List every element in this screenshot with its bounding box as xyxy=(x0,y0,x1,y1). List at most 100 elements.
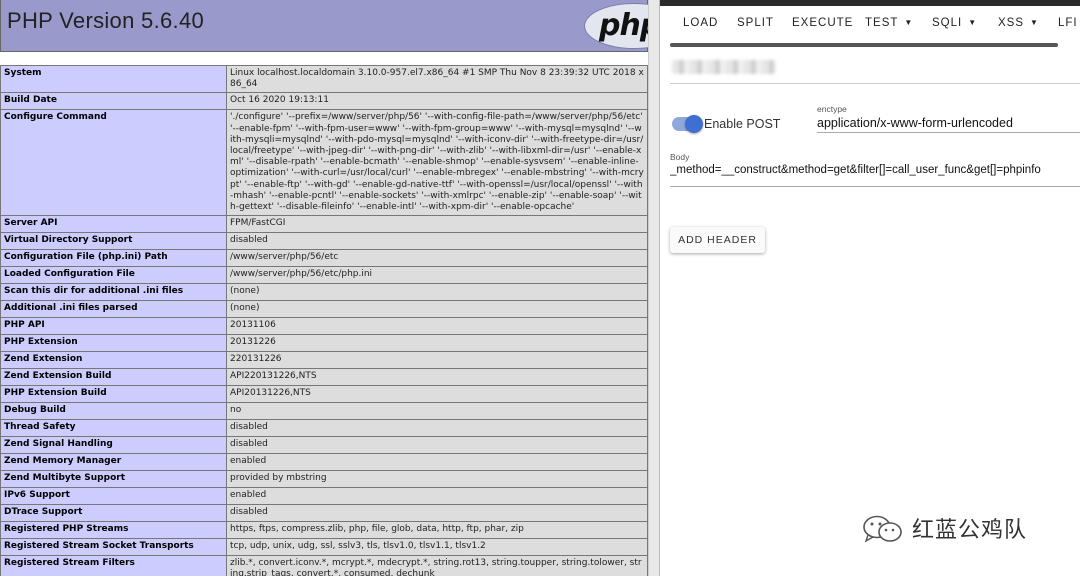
info-value-text: no xyxy=(230,405,242,416)
test-menu-button[interactable]: TEST ▼ xyxy=(865,17,913,29)
info-key: Debug Build xyxy=(0,402,227,421)
lfi-menu-button[interactable]: LFI xyxy=(1058,17,1078,29)
sqli-menu-button[interactable]: SQLI ▼ xyxy=(932,17,977,29)
info-value-text: './configure' '--prefix=/www/server/php/… xyxy=(230,112,644,213)
info-key: Zend Extension Build xyxy=(0,368,227,387)
url-field[interactable] xyxy=(670,48,1080,84)
info-value: tcp, udp, unix, udg, ssl, sslv3, tls, tl… xyxy=(226,538,648,557)
table-row: Server API FPM/FastCGI xyxy=(0,215,648,234)
table-row: Additional .ini files parsed (none) xyxy=(0,300,648,319)
watermark: 红蓝公鸡队 xyxy=(862,510,1052,546)
info-value-text: provided by mbstring xyxy=(230,473,327,484)
info-value-text: /www/server/php/56/etc xyxy=(230,252,339,263)
info-key: Loaded Configuration File xyxy=(0,266,227,285)
info-value: enabled xyxy=(226,453,648,472)
split-label: SPLIT xyxy=(737,17,774,29)
test-label: TEST xyxy=(865,17,899,29)
load-button[interactable]: LOAD xyxy=(683,17,718,29)
table-row: Configure Command './configure' '--prefix… xyxy=(0,109,648,217)
table-row: PHP Extension Build API20131226,NTS xyxy=(0,385,648,404)
info-value-text: enabled xyxy=(230,456,267,467)
info-value-text: 20131226 xyxy=(230,337,276,348)
info-value-text: Linux localhost.localdomain 3.10.0-957.e… xyxy=(230,68,644,90)
info-value-text: FPM/FastCGI xyxy=(230,218,286,229)
execute-button[interactable]: EXECUTE xyxy=(792,17,853,29)
php-logo-text: php xyxy=(599,8,648,43)
info-key: Thread Safety xyxy=(0,419,227,438)
info-value-text: Oct 16 2020 19:13:11 xyxy=(230,95,329,106)
info-key: PHP Extension xyxy=(0,334,227,353)
info-key: Virtual Directory Support xyxy=(0,232,227,251)
info-value-text: disabled xyxy=(230,422,268,433)
info-value: API220131226,NTS xyxy=(226,368,648,387)
toolbar-scrollbar[interactable] xyxy=(670,43,1058,47)
info-value-text: 220131226 xyxy=(230,354,282,365)
info-value: Linux localhost.localdomain 3.10.0-957.e… xyxy=(226,64,648,94)
table-row: Build Date Oct 16 2020 19:13:11 xyxy=(0,92,648,111)
info-key: PHP API xyxy=(0,317,227,336)
info-key: Registered Stream Filters xyxy=(0,555,227,576)
table-row: Registered Stream Socket Transports tcp, … xyxy=(0,538,648,557)
info-value-text: tcp, udp, unix, udg, ssl, sslv3, tls, tl… xyxy=(230,541,486,552)
info-value: provided by mbstring xyxy=(226,470,648,489)
table-row: System Linux localhost.localdomain 3.10.0… xyxy=(0,64,648,94)
info-value-text: (none) xyxy=(230,303,260,314)
info-key: Additional .ini files parsed xyxy=(0,300,227,319)
table-row: Scan this dir for additional .ini files(… xyxy=(0,283,648,302)
info-value: /www/server/php/56/etc/php.ini xyxy=(226,266,648,285)
table-row: PHP Extension 20131226 xyxy=(0,334,648,353)
table-row: Registered PHP Streams https, ftps, compr… xyxy=(0,521,648,540)
info-value: https, ftps, compress.zlib, php, file, g… xyxy=(226,521,648,540)
table-row: Thread Safety disabled xyxy=(0,419,648,438)
info-value: Oct 16 2020 19:13:11 xyxy=(226,92,648,111)
table-row: IPv6 Support enabled xyxy=(0,487,648,506)
table-row: DTrace Support disabled xyxy=(0,504,648,523)
info-value-text: 20131106 xyxy=(230,320,276,331)
info-value: 220131226 xyxy=(226,351,648,370)
info-value-text: zlib.*, convert.iconv.*, mcrypt.*, mdecr… xyxy=(230,558,642,576)
pane-splitter[interactable] xyxy=(648,0,660,576)
info-value-text: /www/server/php/56/etc/php.ini xyxy=(230,269,373,280)
info-value-text: API20131226,NTS xyxy=(230,388,311,399)
caret-down-icon: ▼ xyxy=(904,18,914,27)
phpinfo-header: PHP Version 5.6.40 php xyxy=(0,0,648,52)
info-value-text: (none) xyxy=(230,286,260,297)
xss-label: XSS xyxy=(998,17,1025,29)
phpinfo-table: System Linux localhost.localdomain 3.10.0… xyxy=(0,64,648,576)
info-value: './configure' '--prefix=/www/server/php/… xyxy=(226,109,648,217)
info-key: Scan this dir for additional .ini files xyxy=(0,283,227,302)
info-value: /www/server/php/56/etc xyxy=(226,249,648,268)
info-key: PHP Extension Build xyxy=(0,385,227,404)
info-value: zlib.*, convert.iconv.*, mcrypt.*, mdecr… xyxy=(226,555,648,576)
execute-label: EXECUTE xyxy=(792,17,854,29)
info-key: Zend Extension xyxy=(0,351,227,370)
blurred-url xyxy=(672,60,776,74)
post-body-input[interactable]: _method=__construct&method=get&filter[]=… xyxy=(670,161,1080,187)
enable-post-toggle[interactable] xyxy=(672,115,703,133)
info-value: disabled xyxy=(226,419,648,438)
wechat-icon xyxy=(863,515,902,543)
info-value-text: https, ftps, compress.zlib, php, file, g… xyxy=(230,524,524,535)
info-value-text: disabled xyxy=(230,439,268,450)
split-button[interactable]: SPLIT xyxy=(737,17,774,29)
add-header-button[interactable]: ADD HEADER xyxy=(670,227,765,253)
info-value-text: disabled xyxy=(230,507,268,518)
caret-down-icon: ▼ xyxy=(1030,18,1039,27)
sqli-label: SQLI xyxy=(932,17,963,29)
caret-down-icon: ▼ xyxy=(968,18,978,27)
info-value-text: disabled xyxy=(230,235,268,246)
info-key: Zend Memory Manager xyxy=(0,453,227,472)
enctype-select[interactable]: application/x-www-form-urlencoded xyxy=(817,113,1080,133)
info-value-text: enabled xyxy=(230,490,267,501)
watermark-text: 红蓝公鸡队 xyxy=(912,518,1028,543)
table-row: Registered Stream Filters zlib.*, convert… xyxy=(0,555,648,576)
table-row: Debug Build no xyxy=(0,402,648,421)
info-key: Registered PHP Streams xyxy=(0,521,227,540)
info-value: (none) xyxy=(226,300,648,319)
table-row: PHP API 20131106 xyxy=(0,317,648,336)
info-value-text: API220131226,NTS xyxy=(230,371,317,382)
info-key: DTrace Support xyxy=(0,504,227,523)
info-key: Registered Stream Socket Transports xyxy=(0,538,227,557)
xss-menu-button[interactable]: XSS ▼ xyxy=(998,17,1039,29)
table-row: Zend Memory Manager enabled xyxy=(0,453,648,472)
